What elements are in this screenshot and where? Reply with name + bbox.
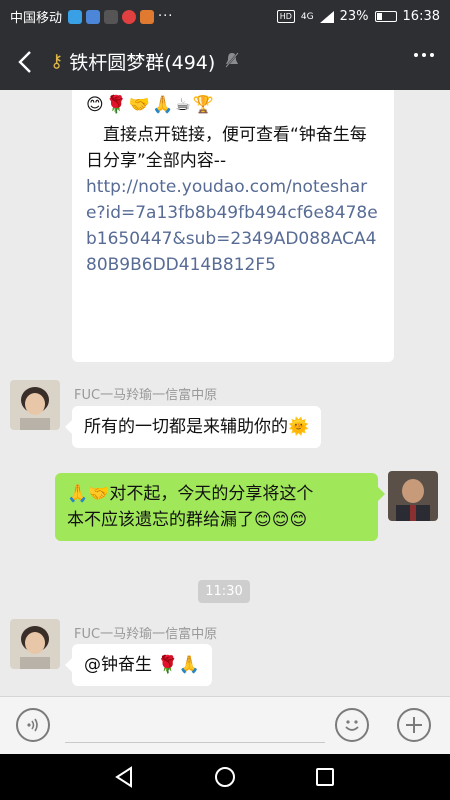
avatar[interactable]: [10, 380, 60, 430]
chat-title: ⚷ 铁杆圆梦群(494): [50, 48, 240, 75]
nav-recents-icon[interactable]: [313, 765, 337, 789]
key-icon: ⚷: [50, 51, 64, 72]
hd-icon: HD: [276, 10, 295, 23]
dot-icon: [422, 53, 426, 57]
message-input[interactable]: [65, 707, 325, 743]
battery-percent: 23%: [339, 9, 369, 24]
battery-icon: [374, 11, 397, 22]
user-avatar-image: [10, 380, 60, 430]
bubble-tail: [65, 658, 72, 672]
message-bubble[interactable]: 😊🌹🤝🙏☕🏆 直接点开链接，便可查看“钟奋生每日分享”全部内容-- http:/…: [72, 90, 394, 362]
message-text: 所有的一切都是来辅助你的🌞: [84, 417, 310, 437]
message-bubble[interactable]: @钟奋生 🌹🙏: [65, 644, 212, 686]
dot-icon: [430, 53, 434, 57]
bubble-tail: [378, 487, 385, 501]
more-functions-button[interactable]: [397, 708, 431, 742]
signal-icon: [319, 10, 334, 23]
message-text: @钟奋生 🌹🙏: [84, 655, 200, 675]
message-text-line: 🙏🤝对不起，今天的分享将这个: [67, 484, 314, 504]
back-arrow-icon: [18, 50, 31, 73]
message-bubble-self[interactable]: 🙏🤝对不起，今天的分享将这个 本不应该遗忘的群给漏了😊😊😊: [55, 473, 385, 541]
avatar[interactable]: [10, 619, 60, 669]
message-text: 直接点开链接，便可查看“钟奋生每日分享”全部内容--: [86, 125, 367, 171]
message-bubble[interactable]: 所有的一切都是来辅助你的🌞: [65, 406, 322, 448]
news-app-icon: [140, 9, 155, 24]
timestamp-badge: 11:30: [198, 580, 250, 603]
chat-header: ⚷ 铁杆圆梦群(494): [0, 33, 450, 90]
dot-icon: [414, 53, 418, 57]
maps-app-icon: [86, 9, 101, 24]
avatar-self[interactable]: [388, 471, 438, 521]
bubble-tail: [65, 420, 72, 434]
nav-home-icon[interactable]: [213, 765, 237, 789]
weather-app-icon: [68, 9, 83, 24]
status-bar: 中国移动 ··· HD 4G 23% 16:38: [0, 0, 450, 33]
group-name: 铁杆圆梦群(494): [69, 52, 216, 74]
sender-name: FUC一马羚瑜一信富中原: [74, 388, 218, 403]
mute-icon: [225, 51, 240, 72]
emoji-button[interactable]: [335, 708, 369, 742]
system-nav-bar: [0, 754, 450, 800]
message-link[interactable]: http://note.youdao.com/noteshare?id=7a13…: [86, 174, 380, 278]
chat-area[interactable]: 😊🌹🤝🙏☕🏆 直接点开链接，便可查看“钟奋生每日分享”全部内容-- http:/…: [0, 90, 450, 696]
back-button[interactable]: [0, 33, 50, 90]
message-emojis: 😊🌹🤝🙏☕🏆: [86, 95, 216, 115]
network-type-label: 4G: [300, 11, 314, 22]
nav-back-icon[interactable]: [113, 765, 137, 789]
more-notifications-icon: ···: [158, 9, 174, 24]
plus-icon: [406, 717, 422, 733]
voice-input-button[interactable]: [16, 708, 50, 742]
more-options-button[interactable]: [414, 53, 434, 57]
message-text-line: 本不应该遗忘的群给漏了😊😊😊: [67, 510, 308, 530]
sender-name: FUC一马羚瑜一信富中原: [74, 627, 218, 642]
user-avatar-image: [10, 619, 60, 669]
input-bar: [0, 696, 450, 754]
clock: 16:38: [402, 9, 440, 24]
voice-icon: [27, 718, 38, 732]
video-app-icon: [122, 9, 137, 24]
carrier-label: 中国移动: [10, 11, 63, 26]
app-notification-icon: [104, 9, 119, 24]
self-avatar-image: [388, 471, 438, 521]
smiley-icon: [345, 720, 359, 731]
